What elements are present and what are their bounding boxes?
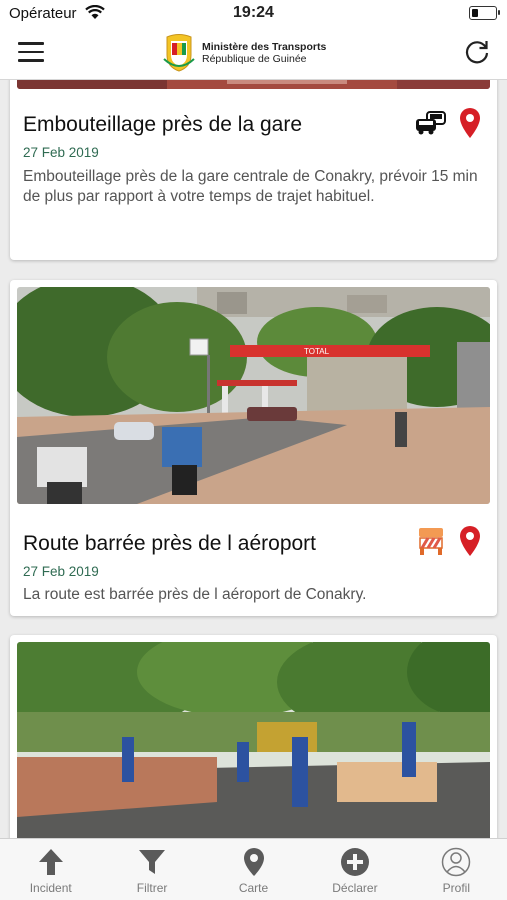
plus-circle-icon	[340, 848, 369, 876]
incident-date: 27 Feb 2019	[23, 564, 99, 579]
tab-filtrer[interactable]: Filtrer	[101, 839, 202, 900]
map-pin-icon	[243, 848, 264, 876]
incident-photo	[17, 642, 490, 838]
map-pin-icon[interactable]	[459, 107, 481, 139]
incident-card[interactable]: Embouteillage près de la gare 27 Feb 201…	[10, 80, 497, 260]
tab-incident[interactable]: Incident	[0, 839, 101, 900]
incident-description: La route est barrée près de l aéroport d…	[23, 586, 367, 603]
tab-label: Incident	[29, 881, 72, 895]
refresh-icon[interactable]	[463, 38, 491, 66]
incident-description: Embouteillage près de la gare centrale d…	[23, 168, 478, 205]
incident-photo: TOTAL	[17, 287, 490, 504]
header-subtitle: République de Guinée	[202, 53, 307, 65]
photo-sign-text: TOTAL	[304, 347, 330, 356]
tab-declarer[interactable]: Déclarer	[304, 839, 405, 900]
incident-photo	[17, 80, 490, 89]
tab-label: Carte	[238, 881, 269, 895]
incident-date: 27 Feb 2019	[23, 145, 99, 160]
tab-bar: Incident Filtrer Carte Déclarer Profil	[0, 838, 507, 900]
tab-label: Déclarer	[332, 881, 378, 895]
tab-carte[interactable]: Carte	[203, 839, 304, 900]
filter-icon	[139, 850, 166, 874]
incident-icons	[415, 525, 481, 557]
status-bar: Opérateur 19:24	[0, 0, 507, 26]
ministry-logo: Ministère des Transports République de G…	[161, 32, 326, 74]
tab-label: Profil	[442, 881, 470, 895]
clock: 19:24	[233, 4, 274, 21]
hamburger-menu-button[interactable]	[18, 42, 44, 62]
battery-icon	[469, 6, 500, 20]
header-title: Ministère des Transports	[202, 41, 327, 53]
tab-label: Filtrer	[136, 881, 168, 895]
user-icon	[442, 847, 471, 877]
tab-profil[interactable]: Profil	[406, 839, 507, 900]
incident-feed[interactable]: Embouteillage près de la gare 27 Feb 201…	[0, 80, 507, 838]
arrow-up-icon	[38, 849, 63, 875]
app-header: Ministère des Transports République de G…	[0, 26, 507, 80]
incident-icons	[415, 107, 481, 139]
incident-title: Route barrée près de l aéroport	[23, 532, 317, 555]
coat-of-arms-icon	[163, 34, 195, 72]
traffic-jam-icon	[416, 111, 446, 135]
map-pin-icon[interactable]	[459, 525, 481, 557]
road-barrier-icon	[419, 528, 443, 555]
incident-card[interactable]	[10, 635, 497, 838]
incident-card[interactable]: TOTAL Route barrée près de l aéroport 27…	[10, 280, 497, 616]
incident-title: Embouteillage près de la gare	[23, 113, 303, 136]
